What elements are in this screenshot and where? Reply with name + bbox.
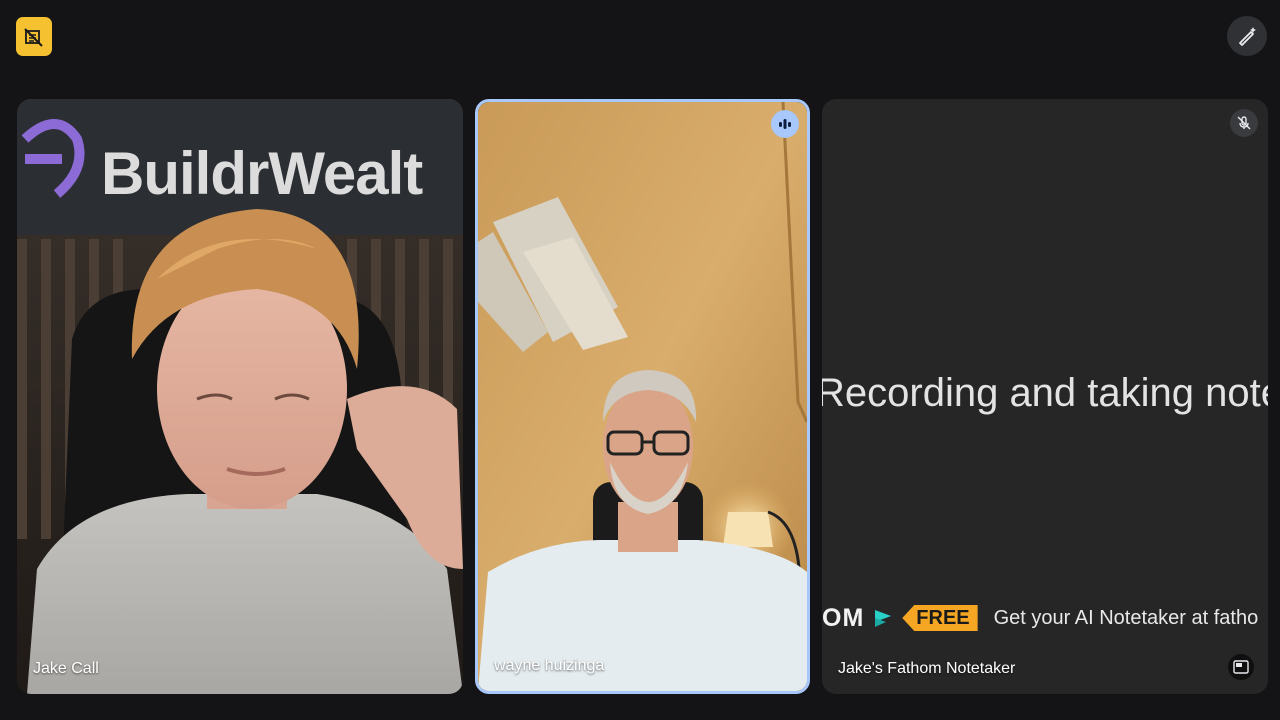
participant-tile-wayne-huizinga[interactable]: wayne huizinga	[475, 99, 810, 694]
fathom-promo-banner: OM FREE Get your AI Notetaker at fatho	[822, 603, 1258, 633]
promo-brand: OM	[822, 603, 865, 632]
camera-off-button[interactable]	[16, 17, 52, 56]
participant-tile-jake-call[interactable]: BuildrWealt Jake Call	[17, 99, 463, 694]
camera-off-icon	[24, 27, 43, 47]
participant-tile-fathom-notetaker[interactable]: Recording and taking notes OM FREE Get y…	[822, 99, 1268, 694]
picture-in-picture-icon	[1233, 660, 1249, 674]
mic-off-indicator	[1230, 109, 1258, 137]
participant-video	[478, 102, 807, 691]
picture-in-picture-button[interactable]	[1228, 654, 1254, 680]
background-banner-text: BuildrWealt	[101, 140, 423, 207]
participant-name: Jake Call	[33, 660, 99, 677]
participant-name: Jake's Fathom Notetaker	[838, 660, 1016, 677]
speaking-indicator-icon	[779, 119, 791, 129]
participant-name: wayne huizinga	[494, 657, 605, 674]
magic-pen-icon	[1239, 27, 1256, 46]
recording-status-text: Recording and taking notes	[822, 371, 1268, 415]
promo-free-badge: FREE	[902, 605, 978, 631]
promo-text: Get your AI Notetaker at fatho	[993, 606, 1259, 629]
magic-pen-button[interactable]	[1227, 16, 1267, 56]
fathom-logo-icon	[875, 610, 892, 627]
speaking-indicator	[771, 110, 799, 138]
mic-off-icon	[1237, 116, 1251, 130]
